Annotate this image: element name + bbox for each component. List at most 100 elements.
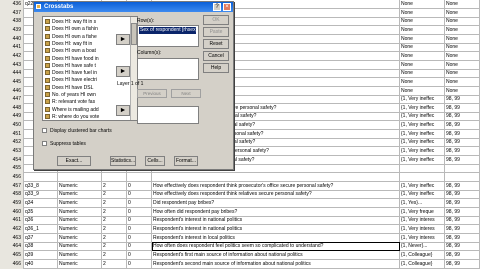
missing-cell[interactable]: 98, 99	[445, 242, 480, 252]
values-cell[interactable]: None	[400, 43, 445, 53]
values-cell[interactable]: {1, Very interes	[400, 224, 445, 234]
previous-layer-button[interactable]: Previous	[137, 89, 167, 98]
row-number[interactable]: 462	[0, 224, 24, 234]
width-cell[interactable]: 2	[102, 224, 127, 234]
label-cell[interactable]: How often did respondent pay bribes?	[152, 207, 400, 217]
row-number[interactable]: 463	[0, 233, 24, 243]
missing-cell[interactable]: 98, 99	[445, 181, 480, 191]
label-cell[interactable]: How effectively does respondent think re…	[152, 190, 400, 200]
paste-button[interactable]: Paste	[203, 27, 229, 37]
next-layer-button[interactable]: Next	[171, 89, 201, 98]
decimals-cell[interactable]: 0	[127, 242, 152, 252]
values-cell[interactable]: {1, Very ineffec	[400, 129, 445, 139]
layer-list[interactable]	[137, 106, 199, 124]
width-cell[interactable]: 2	[102, 250, 127, 260]
type-cell[interactable]: Numeric	[58, 198, 102, 208]
values-cell[interactable]: {1, Colleague}	[400, 250, 445, 260]
table-row[interactable]: 457 q33_8 Numeric 2 0 How effectively does re…	[0, 181, 480, 191]
variable-list-scrollbar[interactable]	[130, 17, 137, 120]
type-cell[interactable]: Numeric	[58, 259, 102, 269]
row-number[interactable]: 441	[0, 43, 24, 53]
rows-list-item[interactable]: Sex of respondent [rhsex]	[139, 27, 196, 34]
move-to-columns-button[interactable]: ►	[116, 66, 130, 77]
statistics-button[interactable]: Statistics...	[110, 156, 136, 166]
values-cell[interactable]: {1, Very ineffec	[400, 147, 445, 157]
width-cell[interactable]: 2	[102, 233, 127, 243]
label-cell[interactable]: Respondent's interest in local politics	[152, 233, 400, 243]
width-cell[interactable]: 2	[102, 216, 127, 226]
row-number[interactable]: 444	[0, 69, 24, 79]
format-button[interactable]: Format...	[174, 156, 198, 166]
var-name-cell[interactable]: q33_8	[24, 181, 58, 191]
move-to-layer-button[interactable]: ►	[116, 105, 130, 116]
row-number[interactable]: 464	[0, 242, 24, 252]
table-row[interactable]: 463 q37 Numeric 2 0 Respondent's interest in …	[0, 233, 480, 243]
values-cell[interactable]: {1, Very ineffec	[400, 155, 445, 165]
missing-cell[interactable]: 98, 99	[445, 216, 480, 226]
clustered-bar-charts-checkbox[interactable]: Display clustered bar charts	[42, 127, 112, 135]
missing-cell[interactable]: None	[445, 8, 480, 18]
table-row[interactable]: 456	[0, 173, 480, 182]
table-row[interactable]: 460 q35 Numeric 2 0 How often did respondent …	[0, 207, 480, 217]
var-name-cell[interactable]: q38	[24, 242, 58, 252]
label-cell[interactable]: How often does respondent feel politics …	[152, 242, 400, 252]
row-number[interactable]: 457	[0, 181, 24, 191]
table-row[interactable]: 461 q36 Numeric 2 0 Respondent's interest in …	[0, 216, 480, 226]
row-number[interactable]: 454	[0, 155, 24, 165]
values-cell[interactable]: {1, Yes}...	[400, 198, 445, 208]
dialog-titlebar[interactable]: Crosstabs ? ×	[34, 2, 233, 12]
missing-cell[interactable]: 98, 99	[445, 95, 480, 105]
checkbox-box[interactable]	[42, 128, 47, 134]
type-cell[interactable]: Numeric	[58, 190, 102, 200]
row-number[interactable]: 438	[0, 17, 24, 27]
cells-button[interactable]: Cells...	[145, 156, 165, 166]
values-cell[interactable]: {1, Colleague}	[400, 259, 445, 269]
values-cell[interactable]: {1, Very ineffec	[400, 181, 445, 191]
values-cell[interactable]: None	[400, 17, 445, 27]
values-cell[interactable]	[400, 164, 445, 174]
row-number[interactable]: 442	[0, 51, 24, 61]
label-cell[interactable]: Respondent's first main source of inform…	[152, 250, 400, 260]
var-name-cell[interactable]: q35	[24, 207, 58, 217]
missing-cell[interactable]: 98, 99	[445, 190, 480, 200]
decimals-cell[interactable]: 0	[127, 207, 152, 217]
values-cell[interactable]: {1, Never}...	[400, 242, 445, 252]
row-number[interactable]: 439	[0, 25, 24, 35]
row-number[interactable]: 437	[0, 8, 24, 18]
label-cell[interactable]: Respondent's interest in national politi…	[152, 216, 400, 226]
decimals-cell[interactable]: 0	[127, 190, 152, 200]
type-cell[interactable]: Numeric	[58, 233, 102, 243]
type-cell[interactable]	[58, 173, 102, 182]
missing-cell[interactable]: 98, 99	[445, 147, 480, 157]
values-cell[interactable]: None	[400, 77, 445, 87]
missing-cell[interactable]: 98, 99	[445, 250, 480, 260]
exact-button[interactable]: Exact...	[57, 156, 91, 166]
missing-cell[interactable]: 98, 99	[445, 103, 480, 113]
missing-cell[interactable]: None	[445, 60, 480, 70]
type-cell[interactable]: Numeric	[58, 181, 102, 191]
table-row[interactable]: 464 q38 Numeric 2 0 How often does respondent…	[0, 242, 480, 252]
checkbox-box[interactable]	[42, 141, 47, 147]
row-number[interactable]: 456	[0, 173, 24, 182]
type-cell[interactable]: Numeric	[58, 250, 102, 260]
missing-cell[interactable]: 98, 99	[445, 259, 480, 269]
var-name-cell[interactable]: q33_9	[24, 190, 58, 200]
missing-cell[interactable]: 98, 99	[445, 129, 480, 139]
row-number[interactable]: 460	[0, 207, 24, 217]
table-row[interactable]: 458 q33_9 Numeric 2 0 How effectively does re…	[0, 190, 480, 200]
missing-cell[interactable]: None	[445, 25, 480, 35]
decimals-cell[interactable]: 0	[127, 233, 152, 243]
missing-cell[interactable]: 98, 99	[445, 224, 480, 234]
table-row[interactable]: 466 q40 Numeric 2 0 Respondent's second main …	[0, 259, 480, 269]
var-name-cell[interactable]	[24, 173, 58, 182]
row-number[interactable]: 446	[0, 86, 24, 96]
row-number[interactable]: 440	[0, 34, 24, 44]
width-cell[interactable]: 2	[102, 259, 127, 269]
values-cell[interactable]: None	[400, 34, 445, 44]
width-cell[interactable]: 2	[102, 207, 127, 217]
row-number[interactable]: 465	[0, 250, 24, 260]
values-cell[interactable]: None	[400, 86, 445, 96]
row-number[interactable]: 461	[0, 216, 24, 226]
table-row[interactable]: 465 q39 Numeric 2 0 Respondent's first main s…	[0, 250, 480, 260]
ok-button[interactable]: OK	[203, 15, 229, 25]
